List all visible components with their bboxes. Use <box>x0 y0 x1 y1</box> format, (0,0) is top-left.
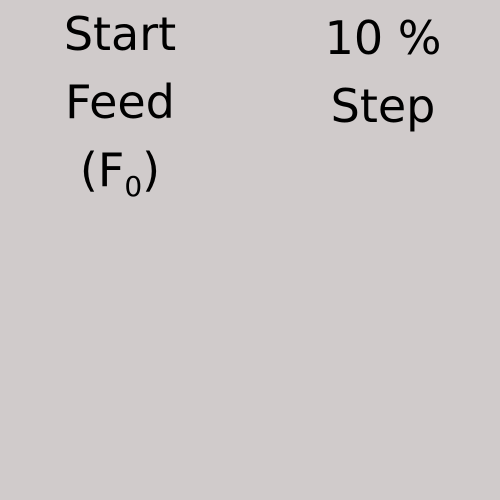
start-feed-symbol-open: (F <box>79 143 125 197</box>
start-feed-symbol-close: ) <box>142 143 161 197</box>
start-feed-symbol: (F0) <box>20 136 220 204</box>
step-percent: 10 % <box>324 11 442 65</box>
start-feed-line-start: Start <box>63 7 177 61</box>
start-feed-label: Start Feed (F0) <box>20 0 220 204</box>
step-label: 10 % Step <box>283 4 483 140</box>
step-word: Step <box>330 79 436 133</box>
start-feed-line-feed: Feed <box>65 75 175 129</box>
start-feed-symbol-subscript: 0 <box>124 170 143 203</box>
